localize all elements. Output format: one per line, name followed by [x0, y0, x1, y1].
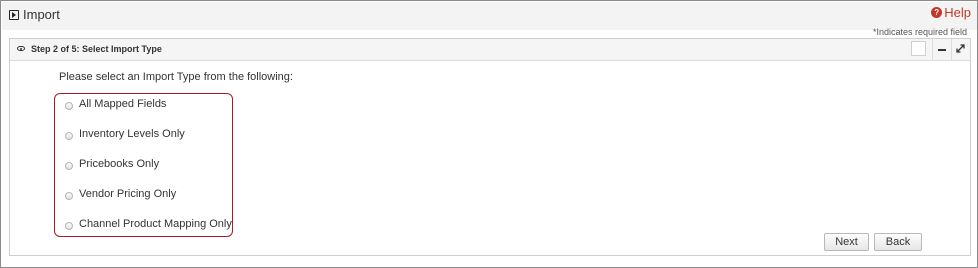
panel-header: Step 2 of 5: Select Import Type [10, 39, 970, 61]
import-window: Import ? Help *Indicates required field … [0, 0, 978, 268]
window-titlebar: Import ? Help [2, 2, 977, 30]
option-inventory-levels-only[interactable]: Inventory Levels Only [65, 126, 185, 142]
option-label: Vendor Pricing Only [79, 188, 177, 200]
header-divider [932, 39, 933, 61]
option-vendor-pricing-only[interactable]: Vendor Pricing Only [65, 186, 176, 202]
back-button[interactable]: Back [874, 233, 922, 251]
option-label: Pricebooks Only [79, 158, 160, 170]
import-window-icon [9, 10, 19, 20]
import-step-panel: Step 2 of 5: Select Import Type Please s… [9, 38, 971, 256]
radio-button[interactable] [65, 162, 73, 170]
radio-button[interactable] [65, 222, 73, 230]
minus-icon[interactable] [938, 49, 946, 51]
required-field-note: *Indicates required field [872, 27, 967, 37]
option-label: Inventory Levels Only [79, 128, 185, 140]
import-type-prompt: Please select an Import Type from the fo… [59, 71, 293, 83]
step-title: Step 2 of 5: Select Import Type [31, 44, 162, 54]
help-link[interactable]: ? Help [931, 5, 971, 20]
eye-icon [17, 46, 25, 51]
radio-button[interactable] [65, 132, 73, 140]
option-label: All Mapped Fields [79, 98, 167, 110]
option-all-mapped-fields[interactable]: All Mapped Fields [65, 96, 166, 112]
expand-arrows-icon[interactable] [955, 43, 966, 54]
option-pricebooks-only[interactable]: Pricebooks Only [65, 156, 159, 172]
window-title: Import [23, 7, 60, 22]
radio-button[interactable] [65, 192, 73, 200]
panel-square-button[interactable] [911, 41, 926, 56]
question-circle-icon: ? [931, 7, 943, 18]
option-channel-product-mapping-only[interactable]: Channel Product Mapping Only [65, 216, 232, 232]
next-button[interactable]: Next [824, 233, 869, 251]
radio-button[interactable] [65, 102, 73, 110]
help-label: Help [944, 5, 971, 20]
option-label: Channel Product Mapping Only [79, 218, 232, 230]
header-divider [951, 39, 952, 61]
import-type-options-highlight: All Mapped Fields Inventory Levels Only … [54, 93, 233, 237]
